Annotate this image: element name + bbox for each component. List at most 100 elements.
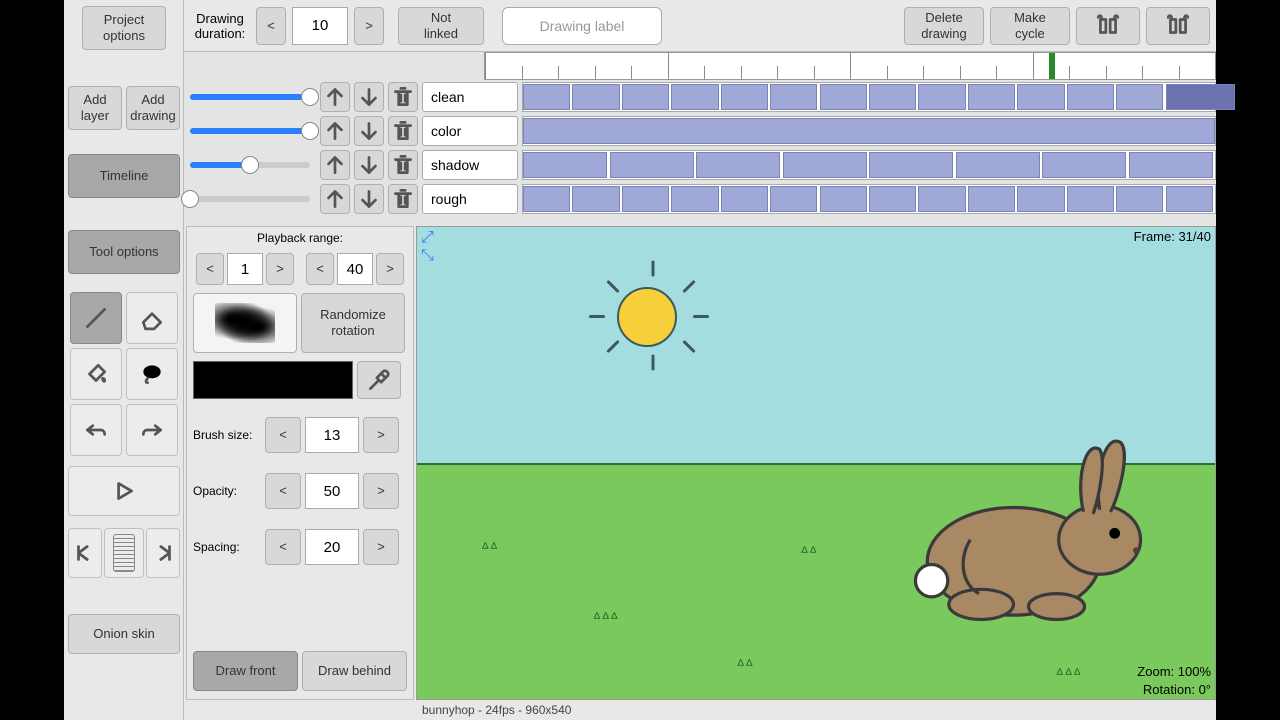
layer-move-up-button[interactable] — [320, 184, 350, 214]
color-swatch[interactable] — [193, 361, 353, 399]
layer-move-up-button[interactable] — [320, 116, 350, 146]
eraser-tool-button[interactable] — [126, 292, 178, 344]
layer-track[interactable] — [522, 150, 1216, 180]
project-options-button[interactable]: Project options — [82, 6, 166, 50]
layer-track[interactable] — [522, 184, 1216, 214]
tool-options-button[interactable]: Tool options — [68, 230, 180, 274]
fullscreen-icon[interactable]: ⤢⤡ — [421, 229, 434, 265]
range-start-value[interactable]: 1 — [227, 253, 263, 285]
eyedropper-icon — [366, 367, 392, 393]
layer-move-down-button[interactable] — [354, 82, 384, 112]
range-end-value[interactable]: 40 — [337, 253, 373, 285]
drawing-label-input[interactable]: Drawing label — [502, 7, 662, 45]
paint-bucket-icon — [83, 361, 109, 387]
redo-button[interactable] — [126, 404, 178, 456]
spacing-decrease-button[interactable]: < — [265, 529, 301, 565]
layer-opacity-slider[interactable] — [190, 196, 310, 202]
brush-tool-button[interactable] — [70, 292, 122, 344]
range-start-decrease-button[interactable]: < — [196, 253, 224, 285]
layer-move-down-button[interactable] — [354, 150, 384, 180]
randomize-rotation-button[interactable]: Randomize rotation — [301, 293, 405, 353]
layer-name-input[interactable]: clean — [422, 82, 518, 112]
brush-size-increase-button[interactable]: > — [363, 417, 399, 453]
layer-name-input[interactable]: rough — [422, 184, 518, 214]
onion-skin-button[interactable]: Onion skin — [68, 614, 180, 654]
duration-value[interactable]: 10 — [292, 7, 348, 45]
make-cycle-button[interactable]: Make cycle — [990, 7, 1070, 45]
playhead-marker[interactable] — [1049, 53, 1055, 79]
layer-delete-button[interactable] — [388, 82, 418, 112]
arrow-up-icon — [322, 186, 348, 212]
spacing-value[interactable]: 20 — [305, 529, 359, 565]
brush-size-value[interactable]: 13 — [305, 417, 359, 453]
not-linked-button[interactable]: Not linked — [398, 7, 484, 45]
canvas-area[interactable]: ᐞᐞ ᐞᐞᐞ ᐞᐞ ᐞᐞ ᐞᐞᐞ ⤢⤡ Frame: 31/4 — [416, 226, 1216, 700]
spacing-label: Spacing: — [193, 540, 261, 554]
arrow-up-icon — [322, 152, 348, 178]
delete-drawing-button[interactable]: Delete drawing — [904, 7, 984, 45]
undo-icon — [83, 417, 109, 443]
step-back-icon — [72, 540, 98, 566]
flip-vertical-button[interactable] — [1146, 7, 1210, 45]
layer-move-up-button[interactable] — [320, 150, 350, 180]
layer-row: shadow — [184, 148, 1216, 182]
status-bar: bunnyhop - 24fps - 960x540 — [416, 700, 1216, 720]
opacity-decrease-button[interactable]: < — [265, 473, 301, 509]
layer-opacity-slider[interactable] — [190, 94, 310, 100]
step-back-button[interactable] — [68, 528, 102, 578]
trash-icon — [390, 84, 416, 110]
scrub-slider-button[interactable] — [104, 528, 144, 578]
layer-move-down-button[interactable] — [354, 184, 384, 214]
layer-row: rough — [184, 182, 1216, 216]
layer-row: color — [184, 114, 1216, 148]
eraser-icon — [139, 305, 165, 331]
flip-horizontal-button[interactable] — [1076, 7, 1140, 45]
zoom-info: Zoom: 100% — [1137, 664, 1211, 679]
layer-move-up-button[interactable] — [320, 82, 350, 112]
draw-front-button[interactable]: Draw front — [193, 651, 298, 691]
add-layer-button[interactable]: Add layer — [68, 86, 122, 130]
timeline-ruler[interactable] — [484, 52, 1216, 80]
layer-name-input[interactable]: color — [422, 116, 518, 146]
layer-opacity-slider[interactable] — [190, 162, 310, 168]
draw-behind-button[interactable]: Draw behind — [302, 651, 407, 691]
flip-horizontal-icon — [1095, 13, 1121, 39]
brush-size-label: Brush size: — [193, 428, 261, 442]
drawing-bunny — [895, 419, 1175, 639]
brush-icon — [83, 305, 109, 331]
step-forward-button[interactable] — [146, 528, 180, 578]
undo-button[interactable] — [70, 404, 122, 456]
range-start-increase-button[interactable]: > — [266, 253, 294, 285]
duration-decrease-button[interactable]: < — [256, 7, 286, 45]
spacing-increase-button[interactable]: > — [363, 529, 399, 565]
rotation-info: Rotation: 0° — [1143, 682, 1211, 697]
range-end-decrease-button[interactable]: < — [306, 253, 334, 285]
layer-track[interactable] — [522, 82, 1216, 112]
arrow-down-icon — [356, 186, 382, 212]
drawing-duration-label: Drawing duration: — [190, 11, 250, 41]
eyedropper-button[interactable] — [357, 361, 401, 399]
range-end-increase-button[interactable]: > — [376, 253, 404, 285]
layer-track[interactable] — [522, 116, 1216, 146]
duration-increase-button[interactable]: > — [354, 7, 384, 45]
opacity-increase-button[interactable]: > — [363, 473, 399, 509]
layer-opacity-slider[interactable] — [190, 128, 310, 134]
play-button[interactable] — [68, 466, 180, 516]
layer-name-input[interactable]: shadow — [422, 150, 518, 180]
step-forward-icon — [150, 540, 176, 566]
opacity-label: Opacity: — [193, 484, 261, 498]
layer-move-down-button[interactable] — [354, 116, 384, 146]
trash-icon — [390, 152, 416, 178]
opacity-value[interactable]: 50 — [305, 473, 359, 509]
layer-delete-button[interactable] — [388, 116, 418, 146]
brush-size-decrease-button[interactable]: < — [265, 417, 301, 453]
add-drawing-button[interactable]: Add drawing — [126, 86, 180, 130]
brush-preview[interactable] — [193, 293, 297, 353]
arrow-down-icon — [356, 152, 382, 178]
layer-delete-button[interactable] — [388, 184, 418, 214]
layer-delete-button[interactable] — [388, 150, 418, 180]
lasso-tool-button[interactable] — [126, 348, 178, 400]
fill-tool-button[interactable] — [70, 348, 122, 400]
playback-range-label: Playback range: — [187, 227, 413, 249]
timeline-button[interactable]: Timeline — [68, 154, 180, 198]
